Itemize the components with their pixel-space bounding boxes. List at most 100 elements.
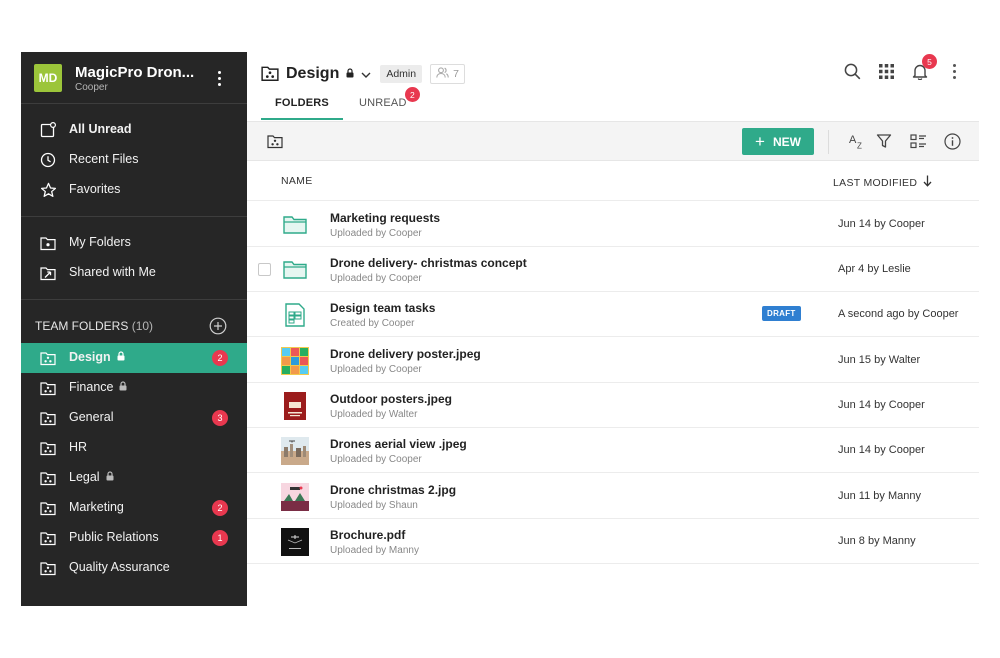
add-circle-icon[interactable] xyxy=(209,317,227,335)
tab-label: FOLDERS xyxy=(275,97,329,109)
team-folder-icon xyxy=(39,379,57,397)
more-vertical-icon[interactable] xyxy=(211,66,227,90)
sidebar-item-label: Recent Files xyxy=(69,152,139,166)
file-modified: Jun 14 by Cooper xyxy=(838,444,925,456)
table-row[interactable]: Drones aerial view .jpeg Uploaded by Coo… xyxy=(247,428,979,473)
file-modified: Jun 14 by Cooper xyxy=(838,218,925,230)
team-folder-icon xyxy=(39,559,57,577)
team-folder-icon xyxy=(39,469,57,487)
image-thumbnail xyxy=(281,437,309,465)
sidebar-item-finance[interactable]: Finance xyxy=(21,373,247,403)
file-name: Brochure.pdf xyxy=(330,528,406,542)
file-name: Drones aerial view .jpeg xyxy=(330,437,467,451)
list-view-icon[interactable] xyxy=(909,132,927,150)
sidebar-item-recent-files[interactable]: Recent Files xyxy=(21,145,247,175)
team-folder-icon xyxy=(39,409,57,427)
filter-icon[interactable] xyxy=(875,132,893,150)
table-header: NAME LAST MODIFIED xyxy=(247,161,979,201)
sort-az-icon[interactable]: AZ xyxy=(847,132,865,150)
sidebar-item-design[interactable]: Design 2 xyxy=(21,343,247,373)
more-vertical-icon[interactable] xyxy=(945,62,963,80)
table-row[interactable]: Drone delivery poster.jpeg Uploaded by C… xyxy=(247,338,979,383)
table-row[interactable]: Drone delivery- christmas concept Upload… xyxy=(247,247,979,292)
file-modified: Jun 11 by Manny xyxy=(838,490,921,502)
plus-icon: + xyxy=(755,132,765,151)
unread-badge: 1 xyxy=(212,530,228,546)
sidebar-item-label: Favorites xyxy=(69,182,121,196)
members-count: 7 xyxy=(453,68,459,80)
sidebar-item-label: Shared with Me xyxy=(69,265,156,279)
sidebar-item-label: HR xyxy=(69,440,88,454)
svg-text:Z: Z xyxy=(857,141,862,150)
shared-folder-icon xyxy=(39,264,57,282)
file-modified: A second ago by Cooper xyxy=(838,308,959,320)
sidebar-item-marketing[interactable]: Marketing 2 xyxy=(21,493,247,523)
members-button[interactable]: 7 xyxy=(430,64,465,84)
file-name: Drone delivery- christmas concept xyxy=(330,256,527,270)
sidebar-item-label: All Unread xyxy=(69,122,132,136)
table-row[interactable]: Design team tasks Created by Cooper DRAF… xyxy=(247,292,979,337)
table-row[interactable]: Drone christmas 2.jpg Uploaded by Shaun … xyxy=(247,474,979,519)
app-window: MD MagicPro Dron... Cooper All Unread Re… xyxy=(21,52,979,606)
sidebar-item-label: Design xyxy=(69,350,125,364)
team-folder-icon xyxy=(39,529,57,547)
table-row[interactable]: Brochure.pdf Uploaded by Manny Jun 8 by … xyxy=(247,519,979,564)
tab-label: UNREAD xyxy=(358,97,407,109)
workspace-header[interactable]: MD MagicPro Dron... Cooper xyxy=(21,52,247,104)
row-checkbox[interactable] xyxy=(258,263,271,276)
lock-icon xyxy=(117,350,125,364)
unread-badge: 3 xyxy=(212,410,228,426)
column-header-name[interactable]: NAME xyxy=(281,175,313,187)
sidebar-item-my-folders[interactable]: My Folders xyxy=(21,228,247,258)
info-icon[interactable] xyxy=(943,132,961,150)
file-modified: Apr 4 by Leslie xyxy=(838,263,911,275)
sidebar-item-label: Finance xyxy=(69,380,127,394)
table-row[interactable]: Marketing requests Uploaded by Cooper Ju… xyxy=(247,202,979,247)
sidebar-item-label: My Folders xyxy=(69,235,131,249)
file-name: Design team tasks xyxy=(330,301,436,315)
sidebar-item-all-unread[interactable]: All Unread xyxy=(21,115,247,145)
workspace-user: Cooper xyxy=(75,82,108,93)
file-name: Drone delivery poster.jpeg xyxy=(330,347,481,361)
tab-unread[interactable]: UNREAD 2 xyxy=(345,87,421,120)
chevron-down-icon[interactable] xyxy=(361,65,371,83)
team-folder-icon[interactable] xyxy=(267,134,283,149)
sidebar-item-hr[interactable]: HR xyxy=(21,433,247,463)
file-uploader: Uploaded by Cooper xyxy=(330,364,422,375)
team-folder-icon xyxy=(39,499,57,517)
sidebar-item-shared-with-me[interactable]: Shared with Me xyxy=(21,258,247,288)
clock-icon xyxy=(39,151,57,169)
unread-badge: 2 xyxy=(404,87,420,102)
star-icon xyxy=(39,181,57,199)
file-uploader: Uploaded by Cooper xyxy=(330,273,422,284)
column-header-modified[interactable]: LAST MODIFIED xyxy=(833,175,932,190)
image-thumbnail xyxy=(281,392,309,420)
table-row[interactable]: Outdoor posters.jpeg Uploaded by Walter … xyxy=(247,383,979,428)
sidebar-item-quality-assurance[interactable]: Quality Assurance xyxy=(21,553,247,583)
svg-text:A: A xyxy=(849,134,857,146)
file-uploader: Uploaded by Cooper xyxy=(330,228,422,239)
divider xyxy=(828,130,829,154)
folder-icon xyxy=(39,234,57,252)
search-icon[interactable] xyxy=(843,62,861,80)
new-button-label: NEW xyxy=(772,134,801,149)
lock-icon xyxy=(119,380,127,394)
apps-grid-icon[interactable] xyxy=(877,62,895,80)
unread-icon xyxy=(39,121,57,139)
bell-icon[interactable]: 5 xyxy=(911,54,937,80)
sidebar-item-public-relations[interactable]: Public Relations 1 xyxy=(21,523,247,553)
image-thumbnail xyxy=(281,483,309,511)
divider xyxy=(21,299,247,300)
sidebar-item-legal[interactable]: Legal xyxy=(21,463,247,493)
file-uploader: Uploaded by Shaun xyxy=(330,500,418,511)
sidebar: MD MagicPro Dron... Cooper All Unread Re… xyxy=(21,52,247,606)
sidebar-item-general[interactable]: General 3 xyxy=(21,403,247,433)
sidebar-item-favorites[interactable]: Favorites xyxy=(21,175,247,205)
file-modified: Jun 8 by Manny xyxy=(838,535,916,547)
sidebar-item-label: Marketing xyxy=(69,500,124,514)
draft-badge: DRAFT xyxy=(762,306,801,321)
new-button[interactable]: + NEW xyxy=(742,128,814,155)
file-name: Outdoor posters.jpeg xyxy=(330,392,453,406)
tab-folders[interactable]: FOLDERS xyxy=(261,92,343,120)
main-panel: Design Admin 7 5 FOLDERS UNREAD 2 + NEW … xyxy=(247,52,979,606)
